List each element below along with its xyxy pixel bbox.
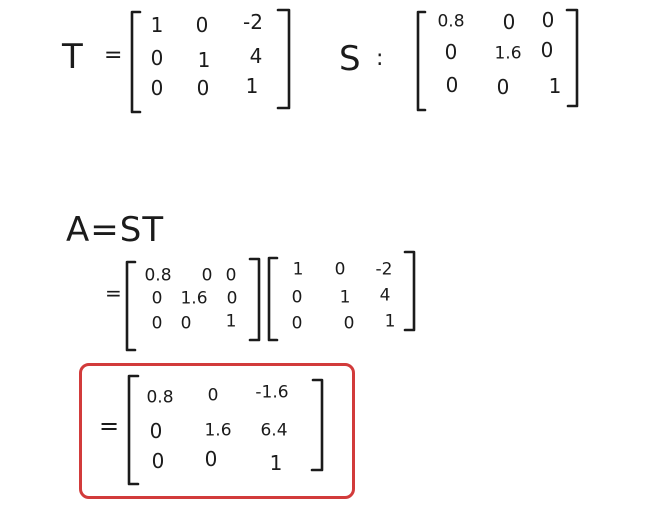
matrix-cell: 1 (150, 13, 164, 37)
matrix-cell: 0 (201, 265, 213, 286)
matrix-cell: 0 (502, 10, 516, 34)
matrix-cell: 0.8 (144, 265, 172, 286)
bracket-left (416, 10, 427, 112)
matrix-cell: 4 (249, 44, 263, 68)
matrix-cell: 0.8 (437, 11, 465, 32)
matrix-cell: 1.6 (204, 420, 232, 441)
bracket-left (130, 10, 142, 114)
matrix-cell: 0 (343, 313, 355, 334)
matrix-cell: 1.6 (494, 43, 522, 64)
matrix-cell: 0 (291, 287, 303, 308)
matrix-cell: 1.6 (180, 288, 208, 309)
matrix-cell: 0 (196, 76, 210, 100)
matrix-t-label: T (62, 37, 83, 77)
matrix-cell: 0 (149, 419, 163, 443)
matrix-cell: 1 (384, 311, 396, 332)
matrix-cell: 6.4 (260, 420, 288, 441)
matrix-cell: 0 (226, 288, 238, 309)
matrix-cell: 0 (334, 259, 346, 280)
matrix-cell: 0 (204, 447, 218, 471)
matrix-cell: 1 (197, 48, 211, 72)
matrix-cell: 1 (225, 311, 237, 332)
matrix-cell: 0 (180, 313, 192, 334)
matrix-cell: 4 (379, 285, 391, 306)
matrix-cell: 1 (548, 74, 562, 98)
bracket-left (125, 260, 137, 352)
bracket-right (276, 8, 291, 110)
matrix-cell: 0 (540, 38, 554, 62)
matrix-cell: 0 (445, 73, 459, 97)
bracket-right (403, 250, 416, 332)
colon-sign: : (376, 46, 384, 71)
equals-sign: = (105, 281, 122, 305)
bracket-right (248, 257, 261, 342)
matrix-cell: 0 (496, 75, 510, 99)
matrix-cell: 0.8 (146, 387, 174, 408)
matrix-cell: -2 (375, 259, 393, 280)
matrix-cell: -1.6 (255, 382, 289, 403)
matrix-cell: 0 (225, 265, 237, 286)
matrix-cell: 0 (151, 313, 163, 334)
matrix-cell: 1 (269, 451, 283, 475)
a-definition: A=ST (66, 210, 165, 250)
matrix-cell: 1 (339, 287, 351, 308)
matrix-cell: 0 (151, 288, 163, 309)
matrix-cell: 0 (541, 8, 555, 32)
bracket-right (565, 8, 579, 108)
matrix-cell: 0 (150, 76, 164, 100)
matrix-cell: 0 (291, 313, 303, 334)
equals-sign: = (104, 43, 123, 68)
matrix-cell: 0 (207, 385, 219, 406)
matrix-s-label: S (339, 39, 361, 79)
equals-sign: = (99, 412, 120, 440)
matrix-cell: 0 (195, 13, 209, 37)
matrix-cell: 1 (245, 74, 259, 98)
matrix-cell: -2 (243, 10, 263, 34)
matrix-cell: 0 (151, 449, 165, 473)
matrix-cell: 0 (150, 46, 164, 70)
bracket-left (267, 256, 279, 342)
matrix-cell: 0 (444, 40, 458, 64)
matrix-cell: 1 (292, 259, 304, 280)
